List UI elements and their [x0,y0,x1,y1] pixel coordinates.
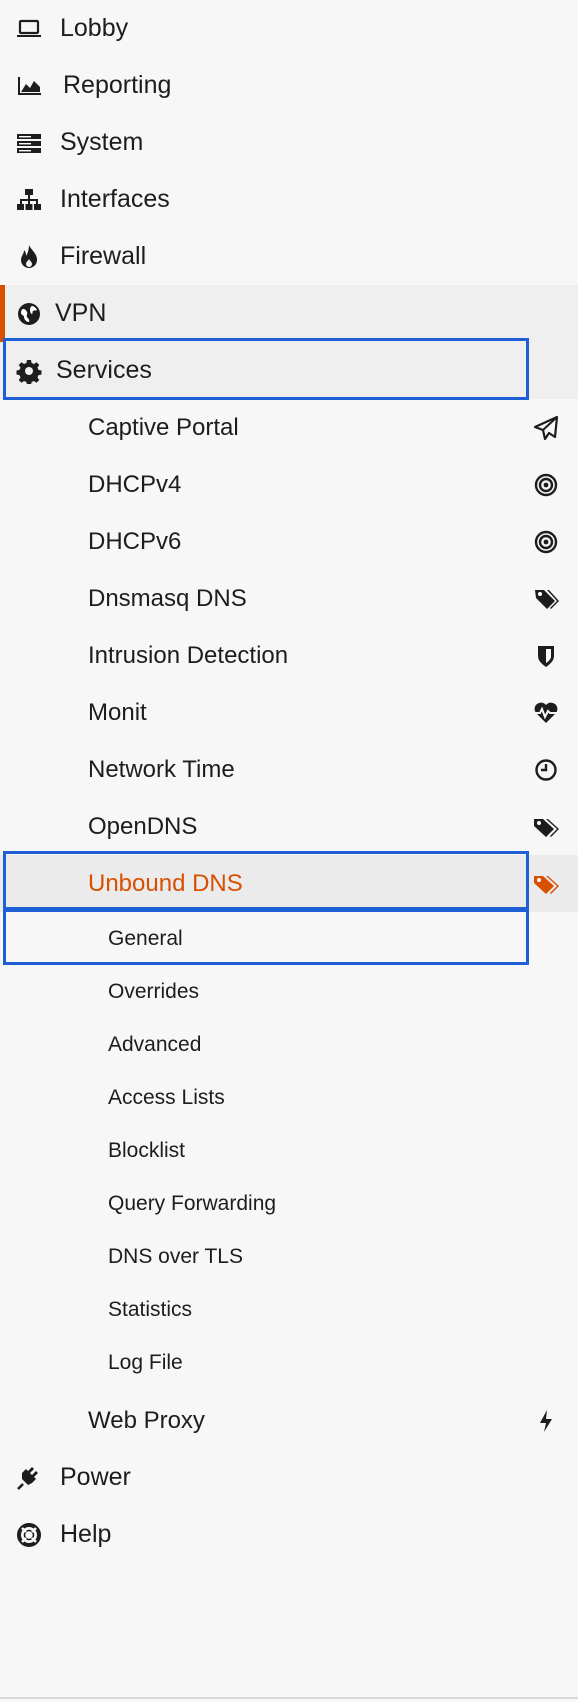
access-lists-label: Access Lists [108,1085,225,1109]
menu-lobby-label: Lobby [60,14,129,42]
statistics-label: Statistics [108,1297,193,1321]
tags-icon [532,813,560,841]
active-indicator [0,285,5,342]
menu-firewall-label: Firewall [60,242,147,270]
unbound-access-lists[interactable]: Access Lists [0,1071,578,1124]
bolt-icon [532,1407,560,1435]
captive-portal-label: Captive Portal [88,413,239,441]
dnsmasq-label: Dnsmasq DNS [88,584,247,612]
unbound-blocklist[interactable]: Blocklist [0,1124,578,1177]
web-proxy-label: Web Proxy [88,1406,205,1434]
unbound-advanced[interactable]: Advanced [0,1018,578,1071]
services-opendns[interactable]: OpenDNS [0,798,578,855]
gear-icon [16,358,42,384]
opendns-label: OpenDNS [88,812,198,840]
menu-reporting[interactable]: Reporting [0,57,578,114]
services-monit[interactable]: Monit [0,684,578,741]
unbound-log-file[interactable]: Log File [0,1336,578,1389]
monit-label: Monit [88,698,147,726]
services-dhcpv4[interactable]: DHCPv4 [0,456,578,513]
shield-icon [532,642,560,670]
menu-services[interactable]: Services [0,342,578,399]
fire-icon [16,244,42,270]
services-unbound-dns[interactable]: Unbound DNS [0,855,578,912]
globe-icon [16,301,42,327]
menu-reporting-label: Reporting [63,71,172,99]
intrusion-label: Intrusion Detection [88,641,289,669]
divider [0,1697,578,1699]
services-captive-portal[interactable]: Captive Portal [0,399,578,456]
unbound-statistics[interactable]: Statistics [0,1283,578,1336]
life-ring-icon [16,1522,42,1548]
dns-over-tls-label: DNS over TLS [108,1244,243,1268]
overrides-label: Overrides [108,979,200,1003]
menu-help-label: Help [60,1520,112,1548]
menu-system[interactable]: System [0,114,578,171]
network-time-label: Network Time [88,755,235,783]
services-intrusion-detection[interactable]: Intrusion Detection [0,627,578,684]
tags-icon [532,870,560,898]
menu-lobby[interactable]: Lobby [0,0,578,57]
plug-icon [16,1465,42,1491]
bullseye-icon [532,471,560,499]
menu-vpn[interactable]: VPN [0,285,578,342]
unbound-query-forwarding[interactable]: Query Forwarding [0,1177,578,1230]
unbound-label: Unbound DNS [88,869,243,897]
blocklist-label: Blocklist [108,1138,186,1162]
menu-system-label: System [60,128,144,156]
services-web-proxy[interactable]: Web Proxy [0,1392,578,1449]
menu-vpn-label: VPN [55,299,107,327]
menu-services-label: Services [56,356,152,384]
unbound-overrides[interactable]: Overrides [0,965,578,1018]
heartbeat-icon [532,699,560,727]
query-forwarding-label: Query Forwarding [108,1191,277,1215]
menu-interfaces[interactable]: Interfaces [0,171,578,228]
clock-icon [532,756,560,784]
dhcpv6-label: DHCPv6 [88,527,182,555]
sitemap-icon [16,187,42,213]
menu-power[interactable]: Power [0,1449,578,1506]
menu-firewall[interactable]: Firewall [0,228,578,285]
dhcpv4-label: DHCPv4 [88,470,182,498]
paper-plane-icon [532,414,560,442]
unbound-dns-over-tls[interactable]: DNS over TLS [0,1230,578,1283]
services-network-time[interactable]: Network Time [0,741,578,798]
area-chart-icon [16,73,42,99]
services-dhcpv6[interactable]: DHCPv6 [0,513,578,570]
menu-interfaces-label: Interfaces [60,185,170,213]
advanced-label: Advanced [108,1032,202,1056]
server-icon [16,130,42,156]
services-dnsmasq-dns[interactable]: Dnsmasq DNS [0,570,578,627]
tags-icon [532,585,560,613]
unbound-general[interactable]: General [0,912,578,965]
log-file-label: Log File [108,1350,183,1374]
menu-power-label: Power [60,1463,131,1491]
laptop-icon [16,16,42,42]
bullseye-icon [532,528,560,556]
menu-help[interactable]: Help [0,1506,578,1563]
general-label: General [108,926,183,950]
